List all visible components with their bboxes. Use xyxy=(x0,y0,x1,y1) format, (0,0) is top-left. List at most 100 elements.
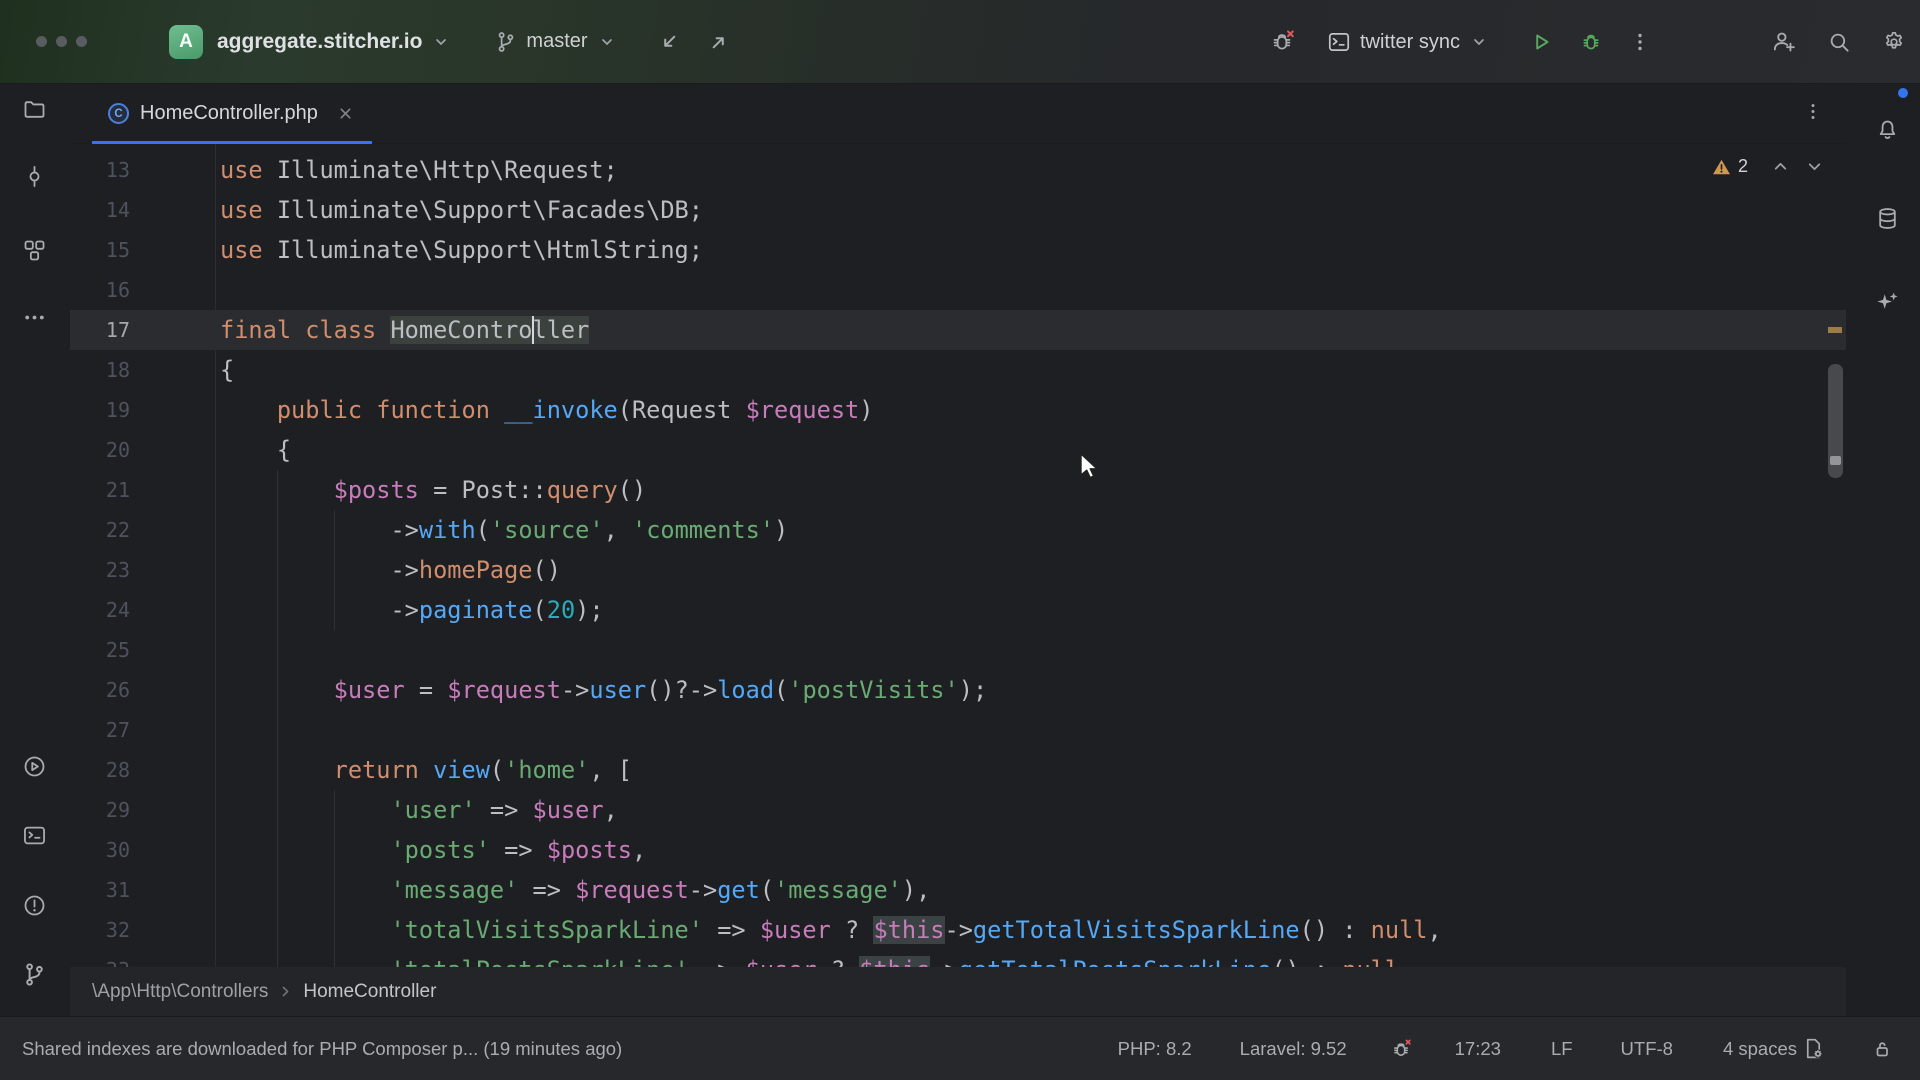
indent-settings-file-gear-icon[interactable] xyxy=(1801,1036,1826,1061)
code-line[interactable]: 32 'totalVisitsSparkLine' => $user ? $th… xyxy=(70,910,1846,950)
warning-triangle-icon xyxy=(1712,158,1731,176)
git-branch-icon[interactable] xyxy=(494,30,518,54)
branch-selector[interactable]: master xyxy=(526,30,587,53)
code-line[interactable]: 26 $user = $request->user()?->load('post… xyxy=(70,670,1846,710)
clock-widget[interactable]: 17:23 xyxy=(1455,1038,1501,1060)
chevron-down-icon[interactable] xyxy=(598,33,616,51)
line-number[interactable]: 25 xyxy=(70,630,130,670)
indent-widget[interactable]: 4 spaces xyxy=(1723,1038,1797,1060)
line-number[interactable]: 33 xyxy=(70,950,130,967)
debug-button[interactable] xyxy=(1578,29,1604,55)
more-tool-windows-icon[interactable] xyxy=(21,304,48,331)
prev-problem-chevron-up-icon[interactable] xyxy=(1771,157,1790,176)
code-line[interactable]: 23 ->homePage() xyxy=(70,550,1846,590)
git-tool-branch-icon[interactable] xyxy=(21,961,48,988)
line-number[interactable]: 30 xyxy=(70,830,130,870)
code-line[interactable]: 27 xyxy=(70,710,1846,750)
run-config-terminal-icon[interactable] xyxy=(1326,29,1352,55)
code-line[interactable]: 16 xyxy=(70,270,1846,310)
tab-close-icon[interactable] xyxy=(337,105,354,122)
code-line[interactable]: 15use Illuminate\Support\HtmlString; xyxy=(70,230,1846,270)
chevron-down-icon[interactable] xyxy=(1470,33,1488,51)
code-line[interactable]: 25 xyxy=(70,630,1846,670)
line-number[interactable]: 27 xyxy=(70,710,130,750)
terminal-tool-icon[interactable] xyxy=(21,822,48,849)
code-line[interactable]: 30 'posts' => $posts, xyxy=(70,830,1846,870)
tab-options-kebab-icon[interactable] xyxy=(1802,100,1824,127)
line-number[interactable]: 24 xyxy=(70,590,130,630)
line-number[interactable]: 26 xyxy=(70,670,130,710)
line-number[interactable]: 17 xyxy=(70,310,130,350)
window-zoom-dot[interactable] xyxy=(76,36,87,47)
code-line[interactable]: 29 'user' => $user, xyxy=(70,790,1846,830)
search-everywhere-icon[interactable] xyxy=(1826,29,1852,55)
line-number[interactable]: 18 xyxy=(70,350,130,390)
php-class-icon: C xyxy=(108,103,129,124)
code-line[interactable]: 20 { xyxy=(70,430,1846,470)
next-problem-chevron-down-icon[interactable] xyxy=(1805,157,1824,176)
warning-count: 2 xyxy=(1738,156,1748,177)
line-number[interactable]: 15 xyxy=(70,230,130,270)
line-number[interactable]: 23 xyxy=(70,550,130,590)
line-number[interactable]: 14 xyxy=(70,190,130,230)
code-line[interactable]: 18{ xyxy=(70,350,1846,390)
line-number[interactable]: 20 xyxy=(70,430,130,470)
structure-tool-icon[interactable] xyxy=(21,237,48,264)
code-line[interactable]: 21 $posts = Post::query() xyxy=(70,470,1846,510)
line-number[interactable]: 31 xyxy=(70,870,130,910)
line-number[interactable]: 28 xyxy=(70,750,130,790)
code-line[interactable]: 17final class HomeController xyxy=(70,310,1846,350)
settings-gear-icon[interactable] xyxy=(1880,28,1908,56)
code-editor[interactable]: 13use Illuminate\Http\Request;14use Illu… xyxy=(70,144,1846,967)
database-tool-icon[interactable] xyxy=(1874,205,1901,232)
run-button[interactable] xyxy=(1528,29,1554,55)
code-line[interactable]: 24 ->paginate(20); xyxy=(70,590,1846,630)
notifications-bell-icon[interactable] xyxy=(1874,117,1901,144)
window-close-dot[interactable] xyxy=(36,36,47,47)
line-number[interactable]: 29 xyxy=(70,790,130,830)
line-number[interactable]: 22 xyxy=(70,510,130,550)
code-line[interactable]: 22 ->with('source', 'comments') xyxy=(70,510,1846,550)
line-number[interactable]: 21 xyxy=(70,470,130,510)
title-bar: A aggregate.stitcher.io master xyxy=(0,0,1920,84)
project-selector[interactable]: aggregate.stitcher.io xyxy=(217,30,422,54)
line-number[interactable]: 16 xyxy=(70,270,130,310)
more-actions-kebab-icon[interactable] xyxy=(1628,30,1652,54)
arrow-up-right-icon[interactable] xyxy=(706,29,732,55)
stop-debugger-icon[interactable] xyxy=(1268,28,1296,56)
line-number[interactable]: 19 xyxy=(70,390,130,430)
breadcrumb-item[interactable]: \App\Http\Controllers xyxy=(92,981,268,1003)
notification-badge-dot xyxy=(1898,88,1908,98)
unlocked-padlock-icon[interactable] xyxy=(1870,1037,1894,1061)
run-tool-icon[interactable] xyxy=(21,753,48,780)
breadcrumb-chevron-icon xyxy=(278,984,293,999)
line-ending-widget[interactable]: LF xyxy=(1551,1038,1573,1060)
tab-homecontroller[interactable]: C HomeController.php xyxy=(92,84,372,144)
window-minimize-dot[interactable] xyxy=(56,36,67,47)
php-version-widget[interactable]: PHP: 8.2 xyxy=(1118,1038,1192,1060)
project-tool-folder-icon[interactable] xyxy=(21,96,48,123)
inspections-widget[interactable]: 2 xyxy=(1712,156,1824,177)
laravel-version-widget[interactable]: Laravel: 9.52 xyxy=(1240,1038,1347,1060)
run-config-selector[interactable]: twitter sync xyxy=(1360,31,1460,54)
problems-tool-icon[interactable] xyxy=(21,892,48,919)
window-controls[interactable] xyxy=(36,36,87,47)
code-line[interactable]: 33 'totalPostsSparkLine' => $user ? $thi… xyxy=(70,950,1846,967)
breadcrumb-item[interactable]: HomeController xyxy=(303,981,436,1003)
code-line[interactable]: 14use Illuminate\Support\Facades\DB; xyxy=(70,190,1846,230)
no-debugger-bug-icon[interactable] xyxy=(1389,1037,1413,1061)
line-number[interactable]: 13 xyxy=(70,150,130,190)
code-line[interactable]: 13use Illuminate\Http\Request; xyxy=(70,150,1846,190)
code-line[interactable]: 31 'message' => $request->get('message')… xyxy=(70,870,1846,910)
arrow-down-left-icon[interactable] xyxy=(656,29,682,55)
code-line[interactable]: 28 return view('home', [ xyxy=(70,750,1846,790)
status-message[interactable]: Shared indexes are downloaded for PHP Co… xyxy=(22,1038,622,1060)
line-number[interactable]: 32 xyxy=(70,910,130,950)
encoding-widget[interactable]: UTF-8 xyxy=(1621,1038,1673,1060)
code-line[interactable]: 19 public function __invoke(Request $req… xyxy=(70,390,1846,430)
code-with-me-icon[interactable] xyxy=(1770,28,1798,56)
project-badge-icon: A xyxy=(169,25,203,59)
chevron-down-icon[interactable] xyxy=(432,33,450,51)
commit-tool-icon[interactable] xyxy=(21,163,48,190)
ai-assistant-sparkle-icon[interactable] xyxy=(1874,288,1901,315)
